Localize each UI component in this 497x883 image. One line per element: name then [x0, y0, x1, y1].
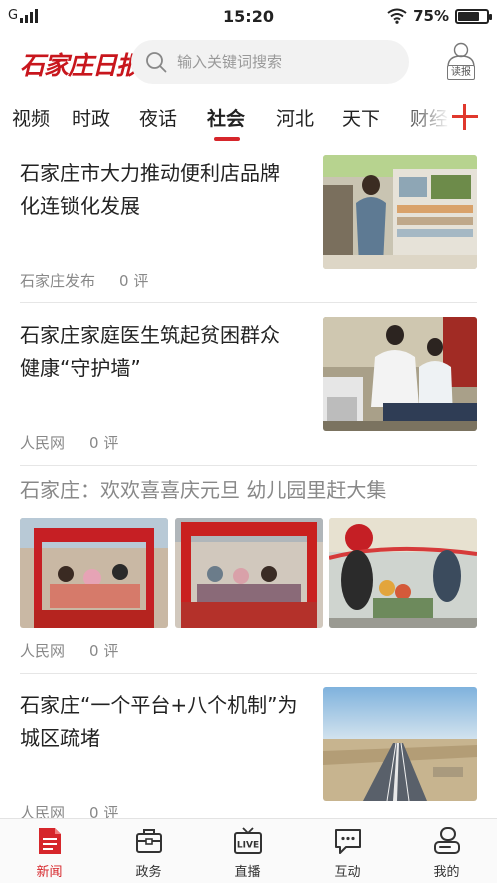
chat-icon: [335, 829, 361, 854]
tab-politics[interactable]: 时政: [72, 104, 110, 131]
wifi-icon: [387, 8, 407, 24]
news-source: 石家庄发布: [20, 272, 96, 290]
news-thumbnail-fair-2: [175, 518, 323, 628]
news-thumbnail-store: [323, 155, 477, 269]
divider: [20, 673, 477, 674]
news-title-line: 石家庄“一个平台+八个机制”为: [20, 693, 298, 717]
status-icons: 75%: [387, 7, 492, 25]
nav-label: 我的: [433, 865, 460, 880]
news-meta: 人民网 0 评: [20, 432, 118, 453]
tab-world[interactable]: 天下: [342, 104, 380, 131]
app-logo[interactable]: 石家庄日报: [20, 46, 141, 82]
nav-label: 政务: [135, 865, 162, 880]
news-title: 石家庄“一个平台+八个机制”为 城区疏堵: [20, 689, 297, 755]
news-item[interactable]: 石家庄“一个平台+八个机制”为 城区疏堵 人民网 0 评: [0, 684, 497, 822]
news-item[interactable]: 石家庄市大力推动便利店品牌 化连锁化发展 石家庄发布 0 评: [0, 152, 497, 302]
comment-count: 0 评: [119, 272, 149, 290]
news-title-line: 化连锁化发展: [20, 194, 140, 218]
profile-icon: [434, 827, 460, 854]
nav-profile[interactable]: 我的: [397, 819, 496, 883]
news-thumbnail-fair-3: [329, 518, 477, 628]
active-tab-indicator: [214, 137, 240, 141]
search-icon: [146, 52, 167, 73]
nav-interact[interactable]: 互动: [298, 819, 397, 883]
live-badge-text: LIVE: [237, 841, 259, 851]
nav-label: 新闻: [36, 865, 63, 880]
news-title: 石家庄：欢欢喜喜庆元旦 幼儿园里赶大集: [20, 478, 387, 502]
tab-fade: [400, 96, 450, 144]
tab-video[interactable]: 视频: [12, 104, 50, 131]
search-input[interactable]: [177, 40, 397, 84]
news-item[interactable]: 石家庄：欢欢喜喜庆元旦 幼儿园里赶大集 人民网 0 评: [0, 474, 497, 670]
news-thumbnail-doctor: [323, 317, 477, 431]
news-meta: 石家庄发布 0 评: [20, 270, 148, 291]
e-paper-label: 读报: [447, 65, 475, 80]
app-header: 石家庄日报 读报: [0, 34, 497, 90]
status-bar: G 15:20 75%: [0, 0, 497, 34]
battery-percent: 75%: [413, 7, 449, 25]
tab-night-talk[interactable]: 夜话: [139, 104, 177, 131]
nav-label: 直播: [234, 865, 261, 880]
news-source: 人民网: [20, 434, 66, 452]
news-icon: [39, 828, 61, 854]
tab-society[interactable]: 社会: [207, 104, 245, 131]
nav-live[interactable]: LIVE 直播: [198, 819, 297, 883]
news-title-line: 健康“守护墙”: [20, 356, 141, 380]
live-tv-icon: LIVE: [234, 827, 262, 854]
news-title-line: 石家庄市大力推动便利店品牌: [20, 161, 280, 185]
bottom-navigation: 新闻 政务 LIVE 直播 互动 我的: [0, 818, 497, 883]
search-bar[interactable]: [131, 40, 409, 84]
divider: [20, 302, 477, 303]
nav-government[interactable]: 政务: [99, 819, 198, 883]
news-title: 石家庄家庭医生筑起贫困群众 健康“守护墙”: [20, 319, 280, 385]
channel-tabs: 视频 时政 夜话 社会 河北 天下 财经: [0, 96, 497, 144]
divider: [20, 465, 477, 466]
comment-count: 0 评: [89, 434, 119, 452]
news-thumbnail-road: [323, 687, 477, 801]
news-title-line: 城区疏堵: [20, 726, 100, 750]
tab-hebei[interactable]: 河北: [276, 104, 314, 131]
battery-icon: [455, 8, 492, 24]
comment-count: 0 评: [89, 642, 119, 660]
e-paper-button[interactable]: 读报: [444, 42, 478, 82]
add-channel-icon[interactable]: [452, 104, 478, 130]
news-thumbnail-fair-1: [20, 518, 168, 628]
news-meta: 人民网 0 评: [20, 640, 118, 661]
briefcase-icon: [136, 829, 162, 853]
news-title: 石家庄市大力推动便利店品牌 化连锁化发展: [20, 157, 280, 223]
news-title-line: 石家庄家庭医生筑起贫困群众: [20, 323, 280, 347]
nav-label: 互动: [334, 865, 361, 880]
nav-news[interactable]: 新闻: [0, 819, 99, 883]
news-source: 人民网: [20, 642, 66, 660]
news-item[interactable]: 石家庄家庭医生筑起贫困群众 健康“守护墙” 人民网 0 评: [0, 314, 497, 464]
